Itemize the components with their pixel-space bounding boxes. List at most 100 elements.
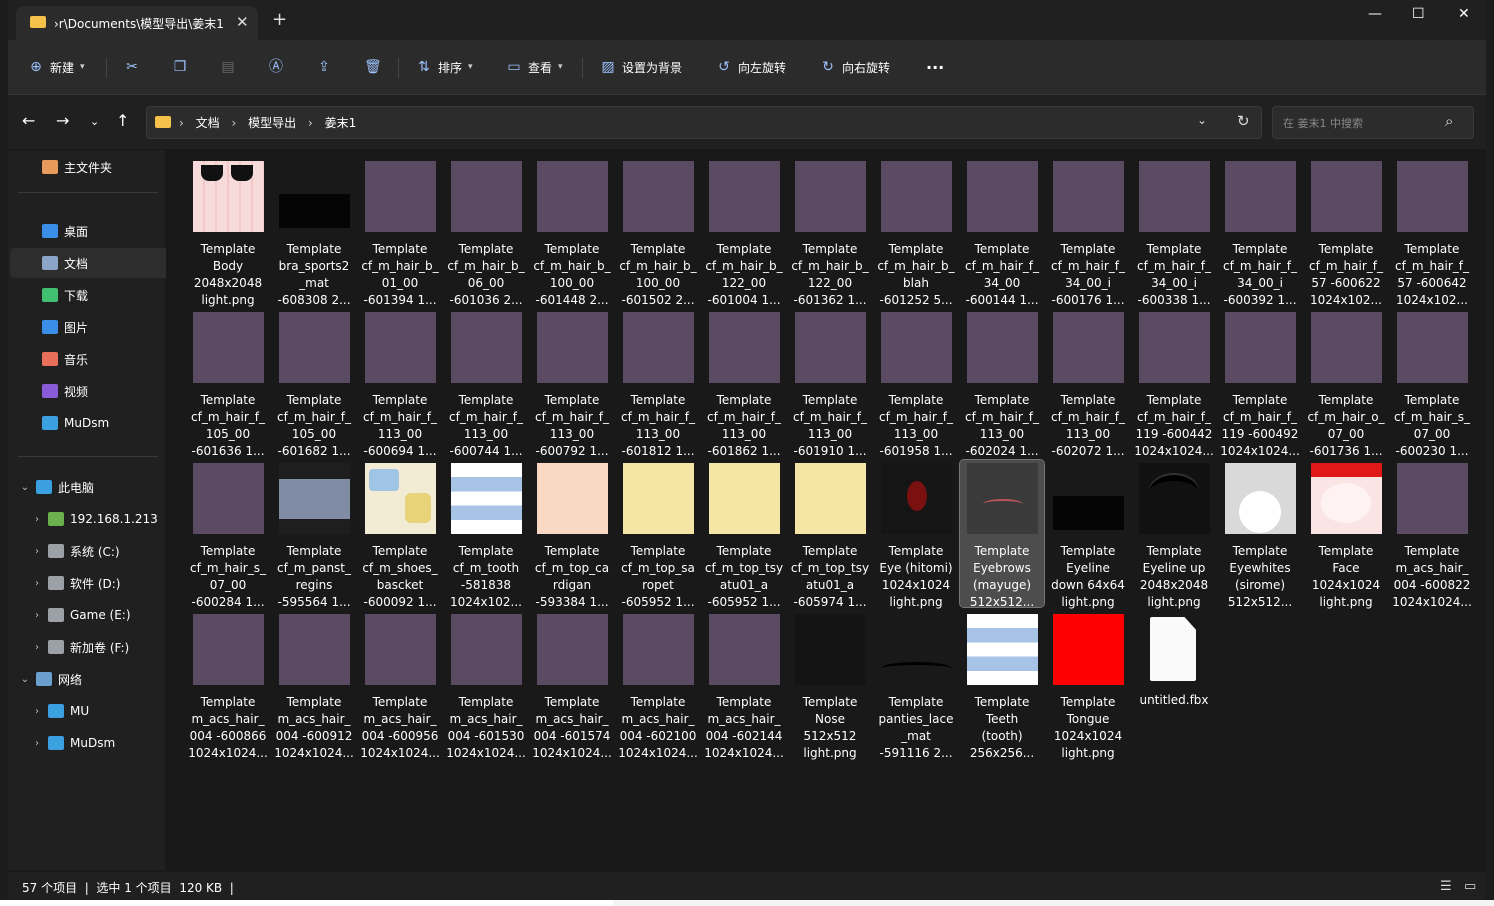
- file-tile[interactable]: Template Eyeline up 2048x2048 light.png: [1132, 460, 1216, 609]
- view-button[interactable]: ▭ 查看 ▾: [506, 56, 562, 78]
- folder-tab[interactable]: ›r\Documents\模型导出\姜末1 ✕: [16, 6, 258, 40]
- file-tile[interactable]: Template cf_m_hair_s_ 07_00 -600284 1...: [186, 460, 270, 609]
- copy-button[interactable]: ❐: [172, 56, 188, 78]
- file-tile[interactable]: Template cf_m_hair_s_ 07_00 -600230 1...: [1390, 309, 1474, 458]
- file-tile[interactable]: Template m_acs_hair_ 004 -600912 1024x10…: [272, 611, 356, 760]
- file-tile[interactable]: Template cf_m_hair_f_ 113_00 -601958 1..…: [874, 309, 958, 458]
- file-tile[interactable]: Template cf_m_hair_f_ 57 -600642 1024x10…: [1390, 158, 1474, 307]
- new-button[interactable]: ⊕ 新建 ▾: [28, 56, 84, 78]
- sidebar-item-this-pc[interactable]: ⌄ 此电脑: [10, 472, 172, 502]
- file-tile[interactable]: Template cf_m_hair_f_ 119 -600442 1024x1…: [1132, 309, 1216, 458]
- minimize-button[interactable]: —: [1368, 6, 1382, 22]
- file-tile[interactable]: Template cf_m_hair_f_ 105_00 -601636 1..…: [186, 309, 270, 458]
- file-tile[interactable]: Template cf_m_hair_f_ 113_00 -601812 1..…: [616, 309, 700, 458]
- chevron-right-icon[interactable]: ›: [30, 738, 44, 749]
- new-tab-button[interactable]: +: [272, 11, 287, 29]
- breadcrumb-item[interactable]: 模型导出: [248, 116, 296, 130]
- file-tile[interactable]: Template cf_m_hair_f_ 57 -600622 1024x10…: [1304, 158, 1388, 307]
- chevron-right-icon[interactable]: ›: [30, 610, 44, 621]
- set-background-button[interactable]: ▨ 设置为背景: [600, 56, 682, 78]
- file-tile[interactable]: Template cf_m_hair_f_ 119 -600492 1024x1…: [1218, 309, 1302, 458]
- sidebar-item-drive[interactable]: › 软件 (D:): [10, 568, 184, 598]
- file-tile[interactable]: Template cf_m_top_sa ropet -605952 1...: [616, 460, 700, 609]
- file-tile[interactable]: Template cf_m_hair_f_ 113_00 -602024 1..…: [960, 309, 1044, 458]
- file-tile[interactable]: Template cf_m_top_tsy atu01_a -605974 1.…: [788, 460, 872, 609]
- file-tile[interactable]: Template cf_m_panst_ regins -595564 1...: [272, 460, 356, 609]
- file-tile[interactable]: Template cf_m_hair_f_ 113_00 -600694 1..…: [358, 309, 442, 458]
- sidebar-item-drive[interactable]: › 192.168.1.213: [10, 504, 184, 534]
- file-tile[interactable]: Template cf_m_hair_f_ 113_00 -601910 1..…: [788, 309, 872, 458]
- sidebar-item-drive[interactable]: › Game (E:): [10, 600, 184, 630]
- file-tile[interactable]: Template m_acs_hair_ 004 -601574 1024x10…: [530, 611, 614, 760]
- file-tile[interactable]: Template cf_m_hair_b_ 122_00 -601004 1..…: [702, 158, 786, 307]
- file-tile[interactable]: Template cf_m_hair_f_ 34_00_i -600338 1.…: [1132, 158, 1216, 307]
- file-tile[interactable]: Template cf_m_hair_o_ 07_00 -601736 1...: [1304, 309, 1388, 458]
- file-tile[interactable]: Template cf_m_hair_f_ 34_00 -600144 1...: [960, 158, 1044, 307]
- delete-button[interactable]: 🗑: [364, 56, 382, 78]
- file-tile[interactable]: Template m_acs_hair_ 004 -602144 1024x10…: [702, 611, 786, 760]
- search-box[interactable]: 在 姜末1 中搜索 ⌕: [1272, 106, 1474, 139]
- file-tile[interactable]: Template cf_m_hair_f_ 34_00_i -600392 1.…: [1218, 158, 1302, 307]
- file-tile[interactable]: Template bra_sports2 _mat -608308 2...: [272, 158, 356, 307]
- search-input[interactable]: 在 姜末1 中搜索: [1283, 115, 1363, 131]
- rotate-left-button[interactable]: ↺ 向左旋转: [716, 56, 786, 78]
- file-tile[interactable]: Template Eyewhites (sirome) 512x512...: [1218, 460, 1302, 609]
- file-tile[interactable]: Template cf_m_hair_f_ 113_00 -600792 1..…: [530, 309, 614, 458]
- file-tile[interactable]: Template panties_lace _mat -591116 2...: [874, 611, 958, 760]
- chevron-down-icon[interactable]: ⌄: [1197, 113, 1207, 127]
- file-tile[interactable]: Template Eye (hitomi) 1024x1024 light.pn…: [874, 460, 958, 609]
- file-tile[interactable]: Template cf_m_hair_b_ 100_00 -601448 2..…: [530, 158, 614, 307]
- maximize-button[interactable]: ☐: [1412, 6, 1425, 22]
- file-tile[interactable]: Template cf_m_hair_f_ 113_00 -601862 1..…: [702, 309, 786, 458]
- chevron-right-icon[interactable]: ›: [30, 514, 44, 525]
- sidebar-item-drive[interactable]: › 系统 (C:): [10, 536, 184, 566]
- file-tile[interactable]: Template cf_m_hair_b_ 122_00 -601362 1..…: [788, 158, 872, 307]
- cut-button[interactable]: ✂: [124, 56, 140, 78]
- chevron-right-icon[interactable]: ›: [30, 578, 44, 589]
- sidebar-item-network-host[interactable]: › MuDsm: [10, 728, 184, 758]
- file-tile[interactable]: Template Body 2048x2048 light.png: [186, 158, 270, 307]
- file-tile[interactable]: Template m_acs_hair_ 004 -600956 1024x10…: [358, 611, 442, 760]
- chevron-down-icon[interactable]: ⌄: [18, 674, 32, 685]
- refresh-icon[interactable]: ↻: [1237, 112, 1250, 130]
- file-tile[interactable]: Template cf_m_hair_b_ blah -601252 5...: [874, 158, 958, 307]
- chevron-right-icon[interactable]: ›: [30, 706, 44, 717]
- file-tile[interactable]: Template Nose 512x512 light.png: [788, 611, 872, 760]
- file-tile[interactable]: Template m_acs_hair_ 004 -601530 1024x10…: [444, 611, 528, 760]
- address-bar[interactable]: › 文档 › 模型导出 › 姜末1 ⌄ ↻: [146, 106, 1262, 139]
- sort-button[interactable]: ⇅ 排序 ▾: [416, 56, 472, 78]
- file-tile[interactable]: Template m_acs_hair_ 004 -600822 1024x10…: [1390, 460, 1474, 609]
- chevron-right-icon[interactable]: ›: [30, 642, 44, 653]
- file-tile[interactable]: Template Eyebrows (mayuge) 512x512...: [959, 459, 1045, 609]
- file-tile[interactable]: untitled.fbx: [1132, 611, 1216, 758]
- chevron-down-icon[interactable]: ⌄: [18, 482, 32, 493]
- rotate-right-button[interactable]: ↻ 向右旋转: [820, 56, 890, 78]
- back-arrow-icon[interactable]: ←: [22, 111, 35, 130]
- file-tile[interactable]: Template m_acs_hair_ 004 -602100 1024x10…: [616, 611, 700, 760]
- sidebar-item-network[interactable]: ⌄ 网络: [10, 664, 172, 694]
- breadcrumb-item[interactable]: 姜末1: [325, 116, 357, 130]
- up-arrow-icon[interactable]: ↑: [116, 111, 129, 130]
- search-icon[interactable]: ⌕: [1445, 112, 1453, 130]
- file-tile[interactable]: Template Eyeline down 64x64 light.png: [1046, 460, 1130, 609]
- file-tile[interactable]: Template cf_m_hair_f_ 34_00_i -600176 1.…: [1046, 158, 1130, 307]
- file-tile[interactable]: Template cf_m_hair_b_ 100_00 -601502 2..…: [616, 158, 700, 307]
- file-tile[interactable]: Template cf_m_hair_f_ 113_00 -600744 1..…: [444, 309, 528, 458]
- share-button[interactable]: ⇪: [316, 56, 332, 78]
- sidebar-item-network-host[interactable]: › MU: [10, 696, 184, 726]
- file-tile[interactable]: Template cf_m_shoes_ bascket -600092 1..…: [358, 460, 442, 609]
- sidebar-item-drive[interactable]: › 新加卷 (F:): [10, 632, 184, 662]
- recent-chevron-icon[interactable]: ⌄: [90, 115, 99, 128]
- file-tile[interactable]: Template cf_m_hair_b_ 06_00 -601036 2...: [444, 158, 528, 307]
- breadcrumb-item[interactable]: 文档: [196, 116, 220, 130]
- forward-arrow-icon[interactable]: →: [56, 111, 69, 130]
- rename-button[interactable]: Ⓐ: [268, 56, 284, 78]
- file-tile[interactable]: Template Teeth (tooth) 256x256...: [960, 611, 1044, 760]
- chevron-right-icon[interactable]: ›: [30, 546, 44, 557]
- details-view-icon[interactable]: ☰: [1440, 879, 1452, 894]
- close-window-button[interactable]: ✕: [1458, 6, 1470, 22]
- file-tile[interactable]: Template cf_m_hair_b_ 01_00 -601394 1...: [358, 158, 442, 307]
- file-tile[interactable]: Template Face 1024x1024 light.png: [1304, 460, 1388, 609]
- tiles-view-icon[interactable]: ▭: [1464, 879, 1476, 894]
- file-tile[interactable]: Template cf_m_top_tsy atu01_a -605952 1.…: [702, 460, 786, 609]
